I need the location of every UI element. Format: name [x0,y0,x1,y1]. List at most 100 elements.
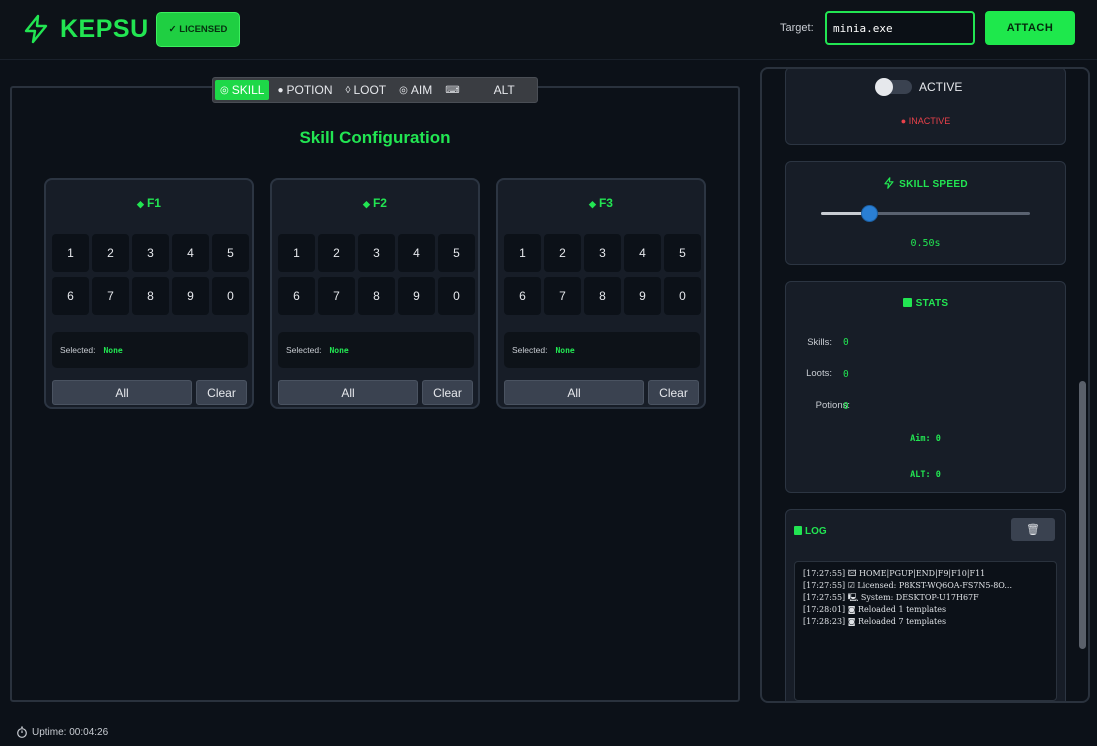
clear-button[interactable]: Clear [422,380,473,405]
lightning-bolt-icon [884,177,894,189]
key-3[interactable]: 3 [358,234,395,272]
key-1[interactable]: 1 [504,234,541,272]
card-name: F1 [146,196,161,210]
clear-button[interactable]: Clear [648,380,699,405]
key-2[interactable]: 2 [318,234,355,272]
diamond-icon: ◆ [589,199,596,209]
tab-label: ALT [493,83,515,97]
key-3[interactable]: 3 [132,234,169,272]
diamond-icon: ◆ [137,199,144,209]
key-1[interactable]: 1 [278,234,315,272]
skill-speed-card: SKILL SPEED 0.50s [785,161,1066,265]
card-title: ◆ F2 [272,196,478,210]
tab-bar: ◎ SKILL ● POTION ◊ LOOT ◎ AIM ⌨ ALT [212,77,538,103]
key-0[interactable]: 0 [438,277,475,315]
key-1[interactable]: 1 [52,234,89,272]
key-4[interactable]: 4 [624,234,661,272]
key-0[interactable]: 0 [664,277,701,315]
key-3[interactable]: 3 [584,234,621,272]
target-label: Target: [780,22,814,34]
selected-value: None [329,345,349,355]
key-2[interactable]: 2 [92,234,129,272]
card-title: ◆ F3 [498,196,704,210]
activation-card: ACTIVE ● INACTIVE [785,69,1066,145]
key-5[interactable]: 5 [438,234,475,272]
key-6[interactable]: 6 [278,277,315,315]
log-line: [17:28:01] ◙ Reloaded 1 templates [803,605,947,614]
stat-loots-value: 0 [843,369,849,380]
clear-button[interactable]: Clear [196,380,247,405]
key-6[interactable]: 6 [52,277,89,315]
key-5[interactable]: 5 [212,234,249,272]
stat-aim: Aim: 0 [910,434,941,444]
clear-log-button[interactable]: 🗑 [1011,518,1055,541]
key-4[interactable]: 4 [172,234,209,272]
active-toggle[interactable] [875,78,912,96]
tab-label: LOOT [353,83,387,97]
select-all-button[interactable]: All [278,380,418,405]
key-4[interactable]: 4 [398,234,435,272]
slider-thumb[interactable] [861,205,879,222]
selected-display: Selected: None [278,332,474,368]
selected-value: None [103,345,123,355]
right-sidebar: ACTIVE ● INACTIVE SKILL SPEED 0.50s STAT… [760,67,1090,703]
stats-heading: STATS [786,298,1065,309]
attach-button[interactable]: ATTACH [985,11,1075,45]
skill-tab-icon: ◎ [220,84,229,96]
skill-speed-slider[interactable] [821,205,1030,222]
sidebar-scrollbar[interactable] [1079,381,1086,649]
skill-card-f3: ◆ F3 Selected: None All Clear 12345 67890 [496,178,706,409]
selected-label: Selected: [286,345,322,355]
uptime-text: Uptime: 00:04:26 [32,726,109,738]
key-6[interactable]: 6 [504,277,541,315]
key-8[interactable]: 8 [358,277,395,315]
key-8[interactable]: 8 [584,277,621,315]
uptime-display: Uptime: 00:04:26 [16,726,108,738]
stat-loots-label: Loots: [806,368,832,379]
log-output[interactable]: [17:27:55] 🖾 HOME|PGUP|END|F9|F10|F11 [17… [794,561,1057,701]
key-8[interactable]: 8 [132,277,169,315]
log-icon [794,526,802,535]
log-line: [17:28:23] ◙ Reloaded 7 templates [803,617,947,626]
tab-potion[interactable]: ● POTION [272,80,337,100]
key-7[interactable]: 7 [318,277,355,315]
key-2[interactable]: 2 [544,234,581,272]
tab-skill[interactable]: ◎ SKILL [215,80,270,100]
save-icon [902,298,912,307]
stat-skills-label: Skills: [807,337,832,348]
selected-display: Selected: None [52,332,248,368]
log-line: [17:27:55] 🖾 HOME|PGUP|END|F9|F10|F11 [803,569,986,578]
card-name: F2 [372,196,387,210]
tab-aim[interactable]: ◎ AIM [394,80,437,100]
tab-keyboard[interactable]: ⌨ [440,80,467,100]
diamond-icon: ◆ [363,199,370,209]
stopwatch-icon [17,726,27,738]
stat-alt: ALT: 0 [910,470,941,480]
key-9[interactable]: 9 [624,277,661,315]
tab-loot[interactable]: ◊ LOOT [341,80,392,100]
heading-text: SKILL SPEED [899,179,968,190]
app-header: KEPSU ✓ LICENSED Target: ATTACH [0,0,1097,60]
toggle-knob [875,78,893,96]
log-line: [17:27:55] ☑ Licensed: P8KST-WQ6OA-FS7N5… [803,581,1012,590]
skill-card-f1: ◆ F1 Selected: None All Clear 12345 67890 [44,178,254,409]
select-all-button[interactable]: All [52,380,192,405]
select-all-button[interactable]: All [504,380,644,405]
target-input[interactable] [825,11,975,45]
key-5[interactable]: 5 [664,234,701,272]
key-7[interactable]: 7 [544,277,581,315]
key-9[interactable]: 9 [172,277,209,315]
skill-speed-value: 0.50s [910,238,941,249]
key-0[interactable]: 0 [212,277,249,315]
key-7[interactable]: 7 [92,277,129,315]
stat-potions-value: 0 [843,401,849,412]
keyboard-icon: ⌨ [445,84,460,96]
tab-alt[interactable]: ALT [489,80,520,100]
selected-label: Selected: [512,345,548,355]
selected-display: Selected: None [504,332,700,368]
aim-tab-icon: ◎ [399,84,408,96]
log-heading: LOG [794,526,827,537]
loot-tab-icon: ◊ [345,84,351,96]
app-name: KEPSU [60,15,149,43]
key-9[interactable]: 9 [398,277,435,315]
